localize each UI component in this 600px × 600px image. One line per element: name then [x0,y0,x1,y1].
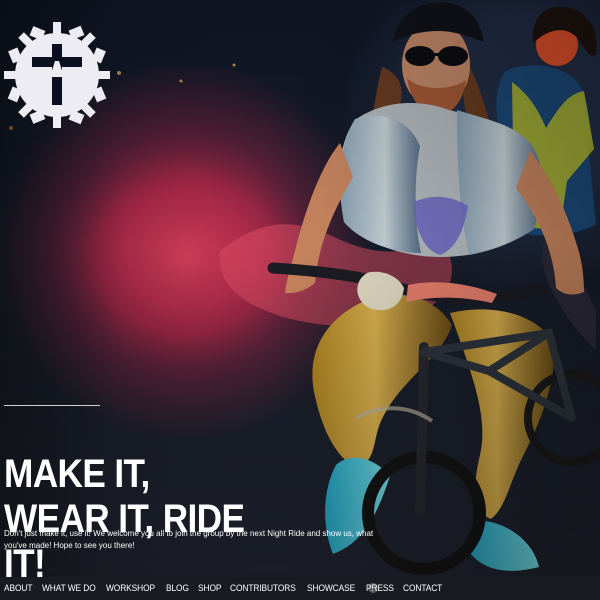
nav-item-what-we-do[interactable]: WHAT WE DO [42,577,96,600]
scroll-down-icon[interactable]: ⌄ [368,583,378,593]
headline-divider [4,405,100,406]
nav-item-workshop[interactable]: WORKSHOP [106,577,155,600]
nav-item-about[interactable]: ABOUT [4,577,32,600]
bike-front-fork [415,342,429,518]
nav-item-contributors[interactable]: CONTRIBUTORS [230,577,296,600]
nav-item-showcase[interactable]: SHOWCASE [307,577,355,600]
hero-description: Don't just make it, use it! We welcome y… [4,529,374,550]
hero-section: MAKE IT, WEAR IT, RIDE IT! Don't just ma… [0,0,600,600]
hero-headline: MAKE IT, WEAR IT, RIDE IT! [4,452,286,587]
nav-item-contact[interactable]: CONTACT [403,577,442,600]
main-navigation: ABOUT WHAT WE DO WORKSHOP BLOG SHOP CONT… [0,577,600,600]
nav-item-blog[interactable]: BLOG [166,577,189,600]
nav-item-shop[interactable]: SHOP [198,577,221,600]
cross-gear-icon[interactable] [4,22,110,128]
hero-headline-line-1: MAKE IT, [4,451,150,496]
